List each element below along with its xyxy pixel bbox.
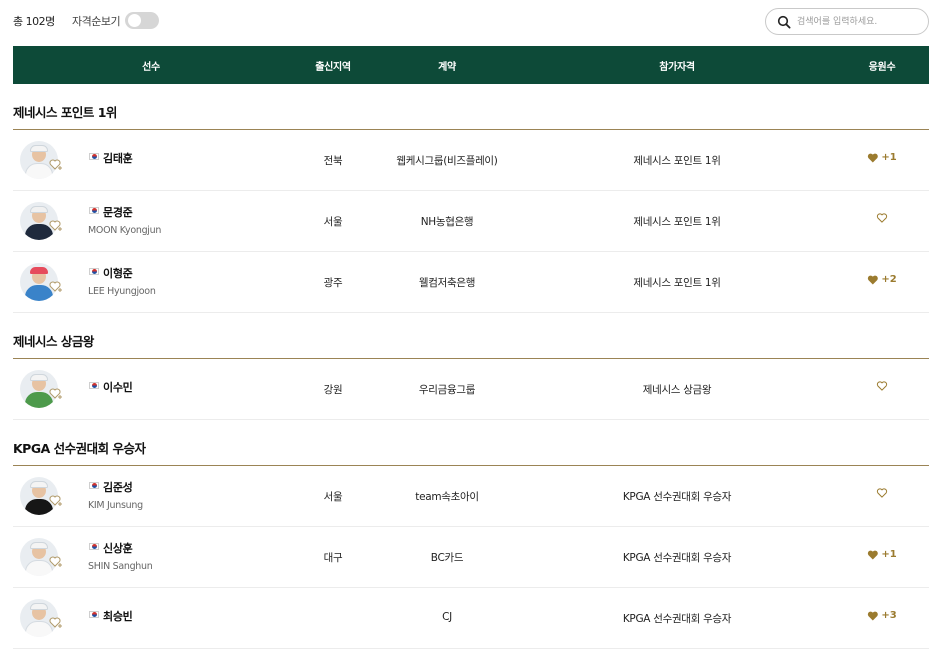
qualification-sort-toggle[interactable] — [125, 12, 159, 29]
player-row[interactable]: 최승빈 CJ KPGA 선수권대회 우승자 +3 — [13, 588, 929, 649]
cheer-button[interactable]: +2 — [867, 274, 897, 285]
add-favorite-icon[interactable] — [49, 219, 63, 232]
heart-outline-icon — [876, 488, 888, 498]
player-region: 전북 — [323, 155, 343, 167]
player-english-name: SHIN Sanghun — [88, 561, 153, 572]
player-region: 강원 — [323, 384, 343, 396]
player-contract: team속초아이 — [415, 491, 479, 503]
player-qualification: 제네시스 포인트 1위 — [633, 277, 721, 289]
qualification-sort-label: 자격순보기 — [72, 15, 121, 28]
player-english-name: MOON Kyongjun — [88, 225, 162, 236]
search-icon[interactable] — [777, 15, 791, 29]
korea-flag-icon — [89, 382, 99, 389]
player-row[interactable]: 김준성 KIM Junsung 서울 team속초아이 KPGA 선수권대회 우… — [13, 466, 929, 527]
player-qualification: 제네시스 포인트 1위 — [633, 216, 721, 228]
toggle-knob — [128, 14, 141, 27]
korea-flag-icon — [89, 611, 99, 618]
column-header-contract: 계약 — [438, 62, 456, 73]
player-contract: 우리금융그룹 — [418, 384, 476, 396]
cheer-count: +3 — [881, 610, 897, 621]
player-region: 서울 — [323, 216, 343, 228]
player-region: 광주 — [323, 277, 343, 289]
player-name[interactable]: 김준성 — [103, 479, 133, 495]
player-name[interactable]: 신상훈 — [103, 540, 133, 556]
player-english-name: KIM Junsung — [88, 500, 143, 511]
player-qualification: 제네시스 포인트 1위 — [633, 155, 721, 167]
korea-flag-icon — [89, 207, 99, 214]
heart-filled-icon — [867, 275, 878, 285]
player-contract: 웹케시그룹(비즈플레이) — [396, 155, 498, 167]
cheer-count: +1 — [881, 549, 897, 560]
column-header-player: 선수 — [142, 62, 160, 73]
player-row[interactable]: 김태훈 전북 웹케시그룹(비즈플레이) 제네시스 포인트 1위 +1 — [13, 130, 929, 191]
player-row[interactable]: 이수민 강원 우리금융그룹 제네시스 상금왕 — [13, 359, 929, 420]
player-row[interactable]: 문경준 MOON Kyongjun 서울 NH농협은행 제네시스 포인트 1위 — [13, 191, 929, 252]
cheer-button[interactable] — [876, 488, 888, 498]
player-name[interactable]: 이수민 — [103, 379, 133, 395]
add-favorite-icon[interactable] — [49, 555, 63, 568]
player-name[interactable]: 최승빈 — [103, 608, 133, 624]
player-region: 서울 — [323, 491, 343, 503]
cheer-button[interactable] — [876, 381, 888, 391]
toolbar: 총 102명 자격순보기 — [13, 0, 929, 40]
add-favorite-icon[interactable] — [49, 280, 63, 293]
search-box[interactable] — [765, 8, 929, 35]
cheer-count: +2 — [881, 274, 897, 285]
player-name[interactable]: 김태훈 — [103, 150, 133, 166]
player-contract: CJ — [442, 611, 452, 623]
column-header-region: 출신지역 — [315, 62, 351, 73]
player-row[interactable]: 신상훈 SHIN Sanghun 대구 BC카드 KPGA 선수권대회 우승자 … — [13, 527, 929, 588]
korea-flag-icon — [89, 543, 99, 550]
player-row[interactable]: 이형준 LEE Hyungjoon 광주 웰컴저축은행 제네시스 포인트 1위 … — [13, 252, 929, 313]
heart-outline-icon — [876, 381, 888, 391]
heart-filled-icon — [867, 153, 878, 163]
group-title: KPGA 선수권대회 우승자 — [13, 441, 146, 456]
player-region: 대구 — [323, 552, 343, 564]
cheer-button[interactable]: +3 — [867, 610, 897, 621]
heart-filled-icon — [867, 550, 878, 560]
heart-outline-icon — [876, 213, 888, 223]
korea-flag-icon — [89, 268, 99, 275]
cheer-count: +1 — [881, 152, 897, 163]
column-header-qualification: 참가자격 — [659, 62, 695, 73]
player-name[interactable]: 문경준 — [103, 204, 133, 220]
cheer-button[interactable] — [876, 213, 888, 223]
heart-filled-icon — [867, 611, 878, 621]
player-qualification: KPGA 선수권대회 우승자 — [622, 491, 732, 503]
group-title: 제네시스 포인트 1위 — [13, 105, 117, 120]
player-qualification: 제네시스 상금왕 — [642, 384, 712, 396]
add-favorite-icon[interactable] — [49, 494, 63, 507]
add-favorite-icon[interactable] — [49, 387, 63, 400]
column-header-cheer: 응원수 — [868, 62, 896, 73]
player-qualification: KPGA 선수권대회 우승자 — [622, 552, 732, 564]
player-contract: 웰컴저축은행 — [418, 277, 476, 289]
player-name[interactable]: 이형준 — [103, 265, 133, 281]
cheer-button[interactable]: +1 — [867, 549, 897, 560]
korea-flag-icon — [89, 482, 99, 489]
add-favorite-icon[interactable] — [49, 158, 63, 171]
korea-flag-icon — [89, 153, 99, 160]
cheer-button[interactable]: +1 — [867, 152, 897, 163]
player-contract: NH농협은행 — [420, 216, 474, 228]
player-qualification: KPGA 선수권대회 우승자 — [622, 613, 732, 625]
table-header: 선수 출신지역 계약 참가자격 응원수 — [13, 46, 929, 84]
player-contract: BC카드 — [430, 552, 464, 564]
group-title: 제네시스 상금왕 — [13, 334, 94, 349]
search-input[interactable] — [797, 13, 917, 31]
player-english-name: LEE Hyungjoon — [88, 286, 156, 297]
add-favorite-icon[interactable] — [49, 616, 63, 629]
total-count: 총 102명 — [13, 15, 55, 28]
